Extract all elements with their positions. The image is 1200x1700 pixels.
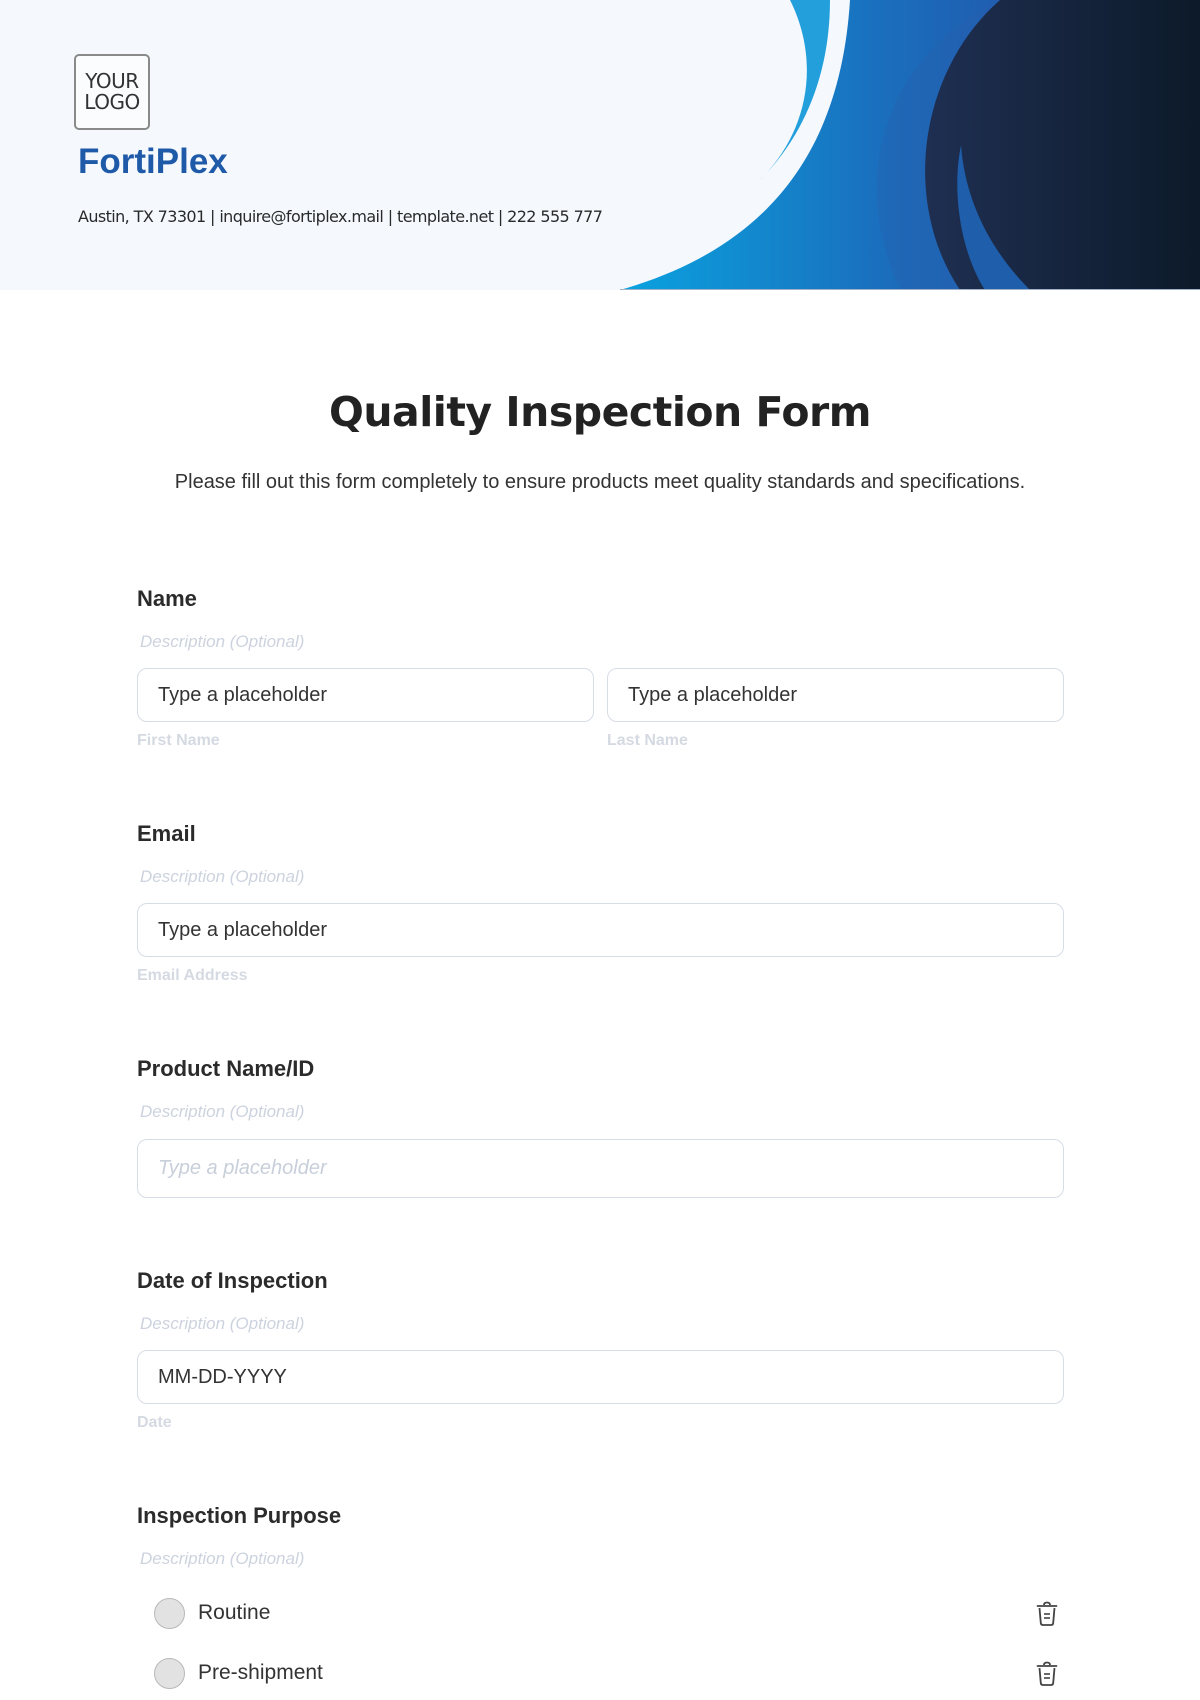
- product-description: Description (Optional): [140, 1102, 305, 1121]
- date-description: Description (Optional): [140, 1314, 305, 1333]
- trash-icon[interactable]: [1035, 1601, 1059, 1627]
- logo-placeholder: YOUR LOGO: [74, 54, 150, 130]
- purpose-option-routine[interactable]: Routine: [154, 1596, 1059, 1630]
- purpose-label: Inspection Purpose: [137, 1503, 342, 1528]
- radio-button[interactable]: [154, 1597, 185, 1629]
- date-sublabel: Date: [137, 1414, 172, 1431]
- email-label: Email: [137, 821, 196, 846]
- last-name-input[interactable]: Type a placeholder: [607, 668, 1064, 722]
- radio-button[interactable]: [154, 1657, 185, 1689]
- option-label: Routine: [198, 1601, 271, 1624]
- letterhead-header: YOUR LOGO FortiPlex Austin, TX 73301 | i…: [0, 0, 1200, 290]
- company-name: FortiPlex: [78, 142, 228, 181]
- email-description: Description (Optional): [140, 867, 305, 886]
- first-name-sublabel: First Name: [137, 732, 220, 749]
- purpose-option-pre-shipment[interactable]: Pre-shipment: [154, 1656, 1059, 1690]
- form-subtitle: Please fill out this form completely to …: [174, 471, 1026, 493]
- trash-icon[interactable]: [1035, 1661, 1059, 1687]
- date-input[interactable]: MM-DD-YYYY: [137, 1350, 1064, 1404]
- logo-text-line2: LOGO: [84, 90, 140, 114]
- product-input[interactable]: Type a placeholder: [137, 1139, 1064, 1198]
- form-title: Quality Inspection Form: [329, 388, 871, 436]
- date-label: Date of Inspection: [137, 1268, 328, 1293]
- logo-text-line1: YOUR: [85, 69, 139, 93]
- purpose-description: Description (Optional): [140, 1549, 305, 1568]
- email-sublabel: Email Address: [137, 967, 248, 984]
- first-name-input[interactable]: Type a placeholder: [137, 668, 594, 722]
- last-name-sublabel: Last Name: [607, 732, 688, 749]
- name-label: Name: [137, 586, 197, 611]
- option-label: Pre-shipment: [198, 1661, 323, 1684]
- company-contact-info: Austin, TX 73301 | inquire@fortiplex.mai…: [78, 207, 603, 226]
- name-description: Description (Optional): [140, 632, 305, 651]
- email-input[interactable]: Type a placeholder: [137, 903, 1064, 957]
- product-label: Product Name/ID: [137, 1056, 315, 1081]
